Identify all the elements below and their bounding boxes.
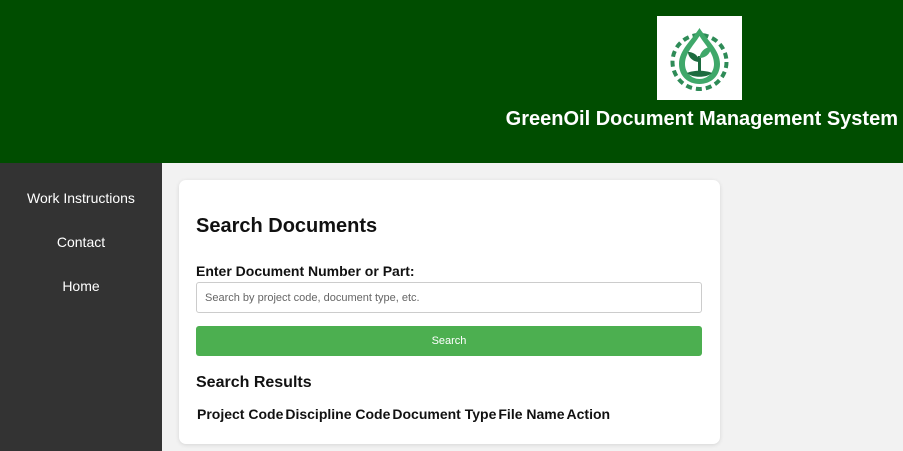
column-header-project-code: Project Code bbox=[197, 406, 284, 422]
sidebar-item-home[interactable]: Home bbox=[0, 278, 162, 294]
header-banner: GreenOil Document Management System bbox=[0, 0, 903, 163]
search-button[interactable]: Search bbox=[196, 326, 702, 356]
column-header-file-name: File Name bbox=[498, 406, 565, 422]
sidebar: Work Instructions Contact Home bbox=[0, 163, 162, 451]
results-title: Search Results bbox=[196, 374, 312, 391]
search-input[interactable] bbox=[196, 282, 702, 313]
column-header-discipline-code: Discipline Code bbox=[285, 406, 391, 422]
site-title: GreenOil Document Management System bbox=[505, 108, 898, 130]
search-field-label: Enter Document Number or Part: bbox=[196, 263, 415, 279]
results-table: Project Code Discipline Code Document Ty… bbox=[196, 406, 611, 422]
results-header-row: Project Code Discipline Code Document Ty… bbox=[196, 406, 611, 422]
logo bbox=[657, 16, 742, 100]
column-header-document-type: Document Type bbox=[392, 406, 497, 422]
sidebar-item-work-instructions[interactable]: Work Instructions bbox=[0, 190, 162, 206]
leaf-drop-gear-logo-icon bbox=[670, 28, 729, 91]
sidebar-item-contact[interactable]: Contact bbox=[0, 234, 162, 250]
search-card: Search Documents Enter Document Number o… bbox=[179, 180, 720, 444]
column-header-action: Action bbox=[566, 406, 611, 422]
page-title: Search Documents bbox=[196, 215, 378, 237]
